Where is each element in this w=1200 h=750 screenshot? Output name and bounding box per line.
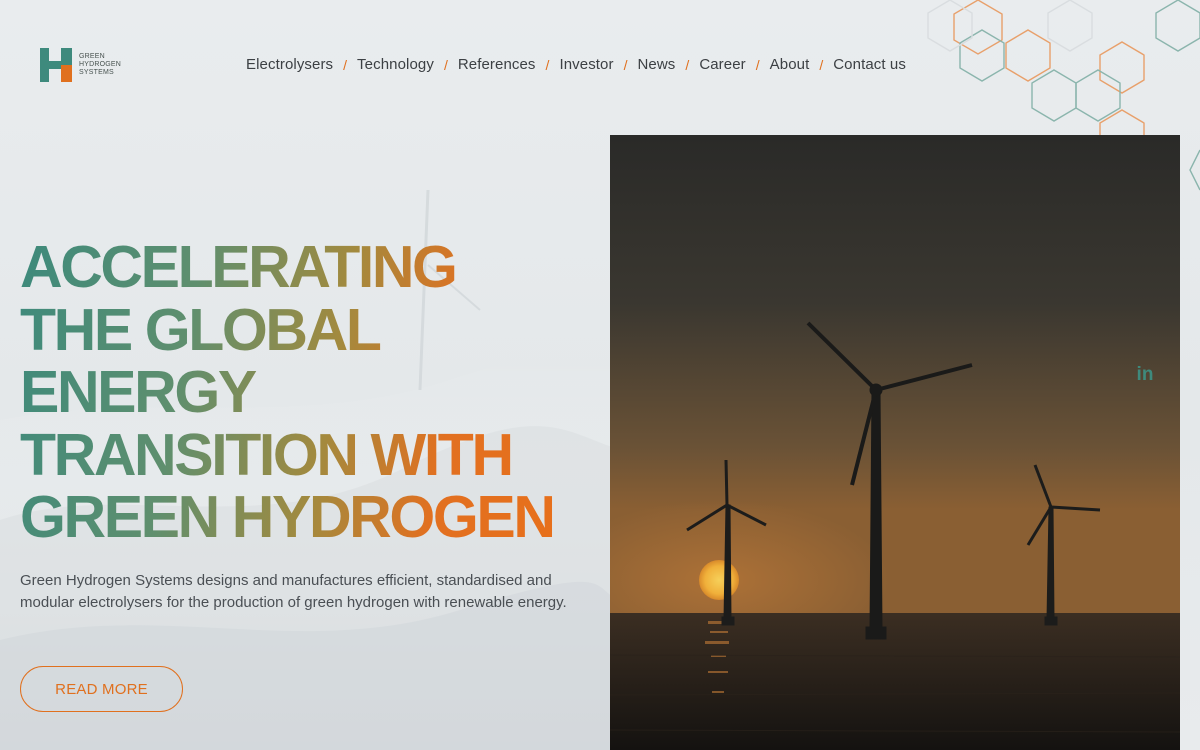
hero-image-wind-turbines — [610, 135, 1180, 750]
nav-separator: / — [343, 56, 348, 73]
nav-item-career[interactable]: Career — [699, 56, 745, 73]
nav-separator: / — [685, 56, 690, 73]
wind-turbine-sunset-illustration — [610, 135, 1180, 750]
site-header: GREEN HYDROGEN SYSTEMS Electrolysers / T… — [0, 0, 1200, 135]
nav-separator: / — [545, 56, 550, 73]
hero-description: Green Hydrogen Systems designs and manuf… — [20, 572, 567, 611]
nav-item-references[interactable]: References — [458, 56, 536, 73]
nav-separator: / — [819, 56, 824, 73]
logo-mark-icon — [40, 48, 72, 82]
brand-logo[interactable]: GREEN HYDROGEN SYSTEMS — [40, 48, 129, 82]
logo-wordmark: GREEN HYDROGEN SYSTEMS — [79, 53, 122, 76]
nav-separator: / — [623, 56, 628, 73]
read-more-button[interactable]: READ MORE — [20, 666, 183, 712]
nav-separator: / — [443, 56, 448, 73]
hero-headline-line: ENERGY — [20, 359, 255, 425]
hero-headline-line: ACCELERATING — [20, 234, 456, 300]
nav-item-about[interactable]: About — [770, 56, 810, 73]
hero-headline: ACCELERATING THE GLOBAL ENERGY TRANSITIO… — [20, 236, 580, 549]
hero-headline-line: TRANSITION WITH — [20, 421, 512, 488]
nav-item-technology[interactable]: Technology — [357, 56, 434, 73]
nav-separator: / — [755, 56, 760, 73]
nav-item-contact[interactable]: Contact us — [833, 56, 906, 73]
hero-headline-line: GREEN HYDROGEN — [20, 484, 554, 550]
hero-headline-line: THE GLOBAL — [20, 296, 380, 363]
linkedin-icon[interactable]: in — [1134, 364, 1156, 386]
main-navigation: Electrolysers / Technology / References … — [246, 56, 906, 73]
nav-item-news[interactable]: News — [638, 56, 676, 73]
nav-item-investor[interactable]: Investor — [559, 56, 613, 73]
nav-item-electrolysers[interactable]: Electrolysers — [246, 56, 333, 73]
